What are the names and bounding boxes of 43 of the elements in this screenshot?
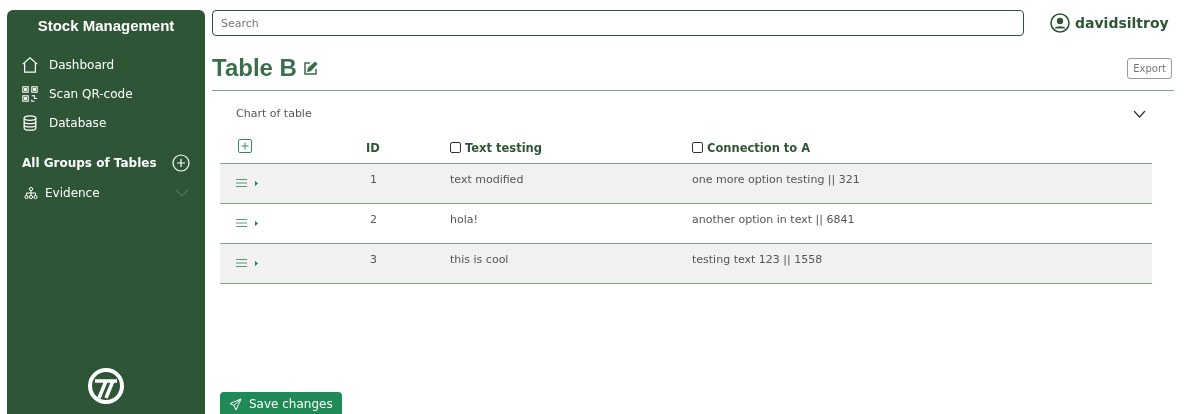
app-title: Stock Management (36, 16, 176, 34)
search-field[interactable]: Search (212, 10, 1024, 36)
panel-title: Chart of table (236, 107, 312, 120)
logo-icon (86, 366, 126, 406)
menu-icon[interactable] (236, 259, 247, 267)
table-cell-text: text modified (450, 172, 525, 186)
table-cell-text: 1 (369, 172, 378, 186)
sidebar-item[interactable]: Dashboard (21, 56, 205, 74)
table-cell-text: testing text 123 || 1558 (692, 252, 824, 266)
chevron-icon[interactable] (1133, 109, 1146, 118)
column-header: ID (365, 140, 380, 155)
checkbox[interactable] (692, 142, 703, 153)
table-cell-text: hola! (450, 212, 479, 226)
table-cell-text: 2 (369, 212, 378, 226)
checkbox[interactable] (450, 142, 461, 153)
table-cell-text: 3 (369, 252, 378, 266)
column-header: Text testing (465, 140, 543, 155)
house-icon (21, 56, 39, 74)
expand-arrow-icon[interactable] (255, 260, 258, 266)
sidebar-item[interactable]: Scan QR-code (21, 85, 205, 103)
hierarchy-icon (24, 186, 38, 200)
database-icon (21, 114, 39, 132)
table-cell-text: this is cool (450, 252, 510, 266)
export-button[interactable]: Export (1127, 57, 1172, 79)
qr-code-icon (21, 85, 39, 103)
column-header: Connection to A (707, 140, 811, 155)
user-icon (1050, 13, 1070, 33)
section-heading: All Groups of Tables (22, 156, 157, 170)
user-menu[interactable]: davidsiltroy (1050, 13, 1169, 33)
edit-icon[interactable] (302, 60, 318, 76)
menu-icon[interactable] (236, 219, 247, 227)
menu-icon[interactable] (236, 179, 247, 187)
save-button[interactable]: Save changes (220, 392, 342, 414)
sidebar-item[interactable]: Evidence (24, 186, 100, 200)
send-icon (229, 397, 242, 411)
expand-arrow-icon[interactable] (255, 220, 258, 226)
expand-arrow-icon[interactable] (255, 180, 258, 186)
add-row-icon[interactable] (238, 139, 252, 153)
sidebar-item[interactable]: Database (21, 114, 205, 132)
page-title: Table B (212, 54, 297, 82)
add-icon[interactable] (172, 154, 190, 172)
table-cell-text: one more option testing || 321 (692, 172, 861, 186)
table-cell-text: another option in text || 6841 (692, 212, 856, 226)
